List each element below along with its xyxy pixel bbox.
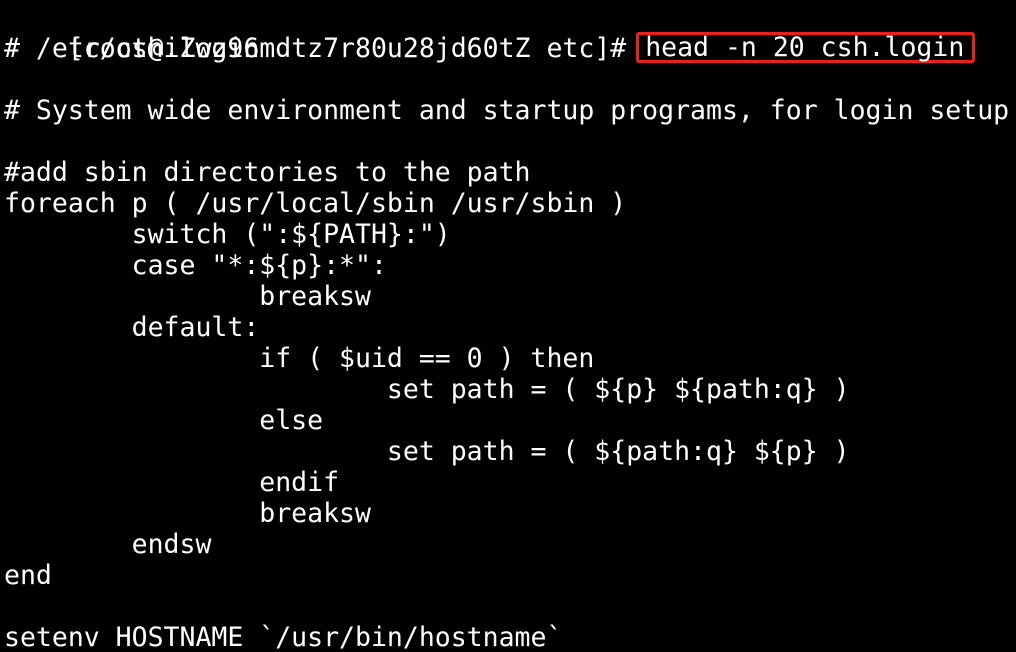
output-line: setenv HOSTNAME `/usr/bin/hostname`: [4, 622, 563, 652]
output-line: end: [4, 560, 52, 591]
command-text: head -n 20 csh.login: [645, 32, 965, 63]
terminal-window[interactable]: [root@iZwz96mdtz7r80u28jd60tZ etc]# head…: [0, 0, 1016, 652]
output-line: breaksw: [4, 498, 371, 529]
output-line: set path = ( ${path:q} ${p} ): [4, 436, 850, 467]
output-line: case "*:${p}:*":: [4, 250, 387, 281]
output-line: switch (":${PATH}:"): [4, 219, 451, 250]
output-line: #add sbin directories to the path: [4, 157, 531, 188]
output-line: else: [4, 405, 324, 436]
output-line: if ( $uid == 0 ) then: [4, 343, 595, 374]
output-line: # System wide environment and startup pr…: [4, 95, 1010, 126]
output-line: endif: [4, 467, 340, 498]
output-line: # /etc/csh.login: [4, 33, 260, 64]
highlighted-command: head -n 20 csh.login: [636, 32, 976, 63]
output-line: foreach p ( /usr/local/sbin /usr/sbin ): [4, 188, 627, 219]
prompt-line: [root@iZwz96mdtz7r80u28jd60tZ etc]# head…: [4, 2, 976, 64]
output-line: set path = ( ${p} ${path:q} ): [4, 374, 850, 405]
output-line: breaksw: [4, 281, 371, 312]
output-line: endsw: [4, 529, 212, 560]
output-line: default:: [4, 312, 260, 343]
